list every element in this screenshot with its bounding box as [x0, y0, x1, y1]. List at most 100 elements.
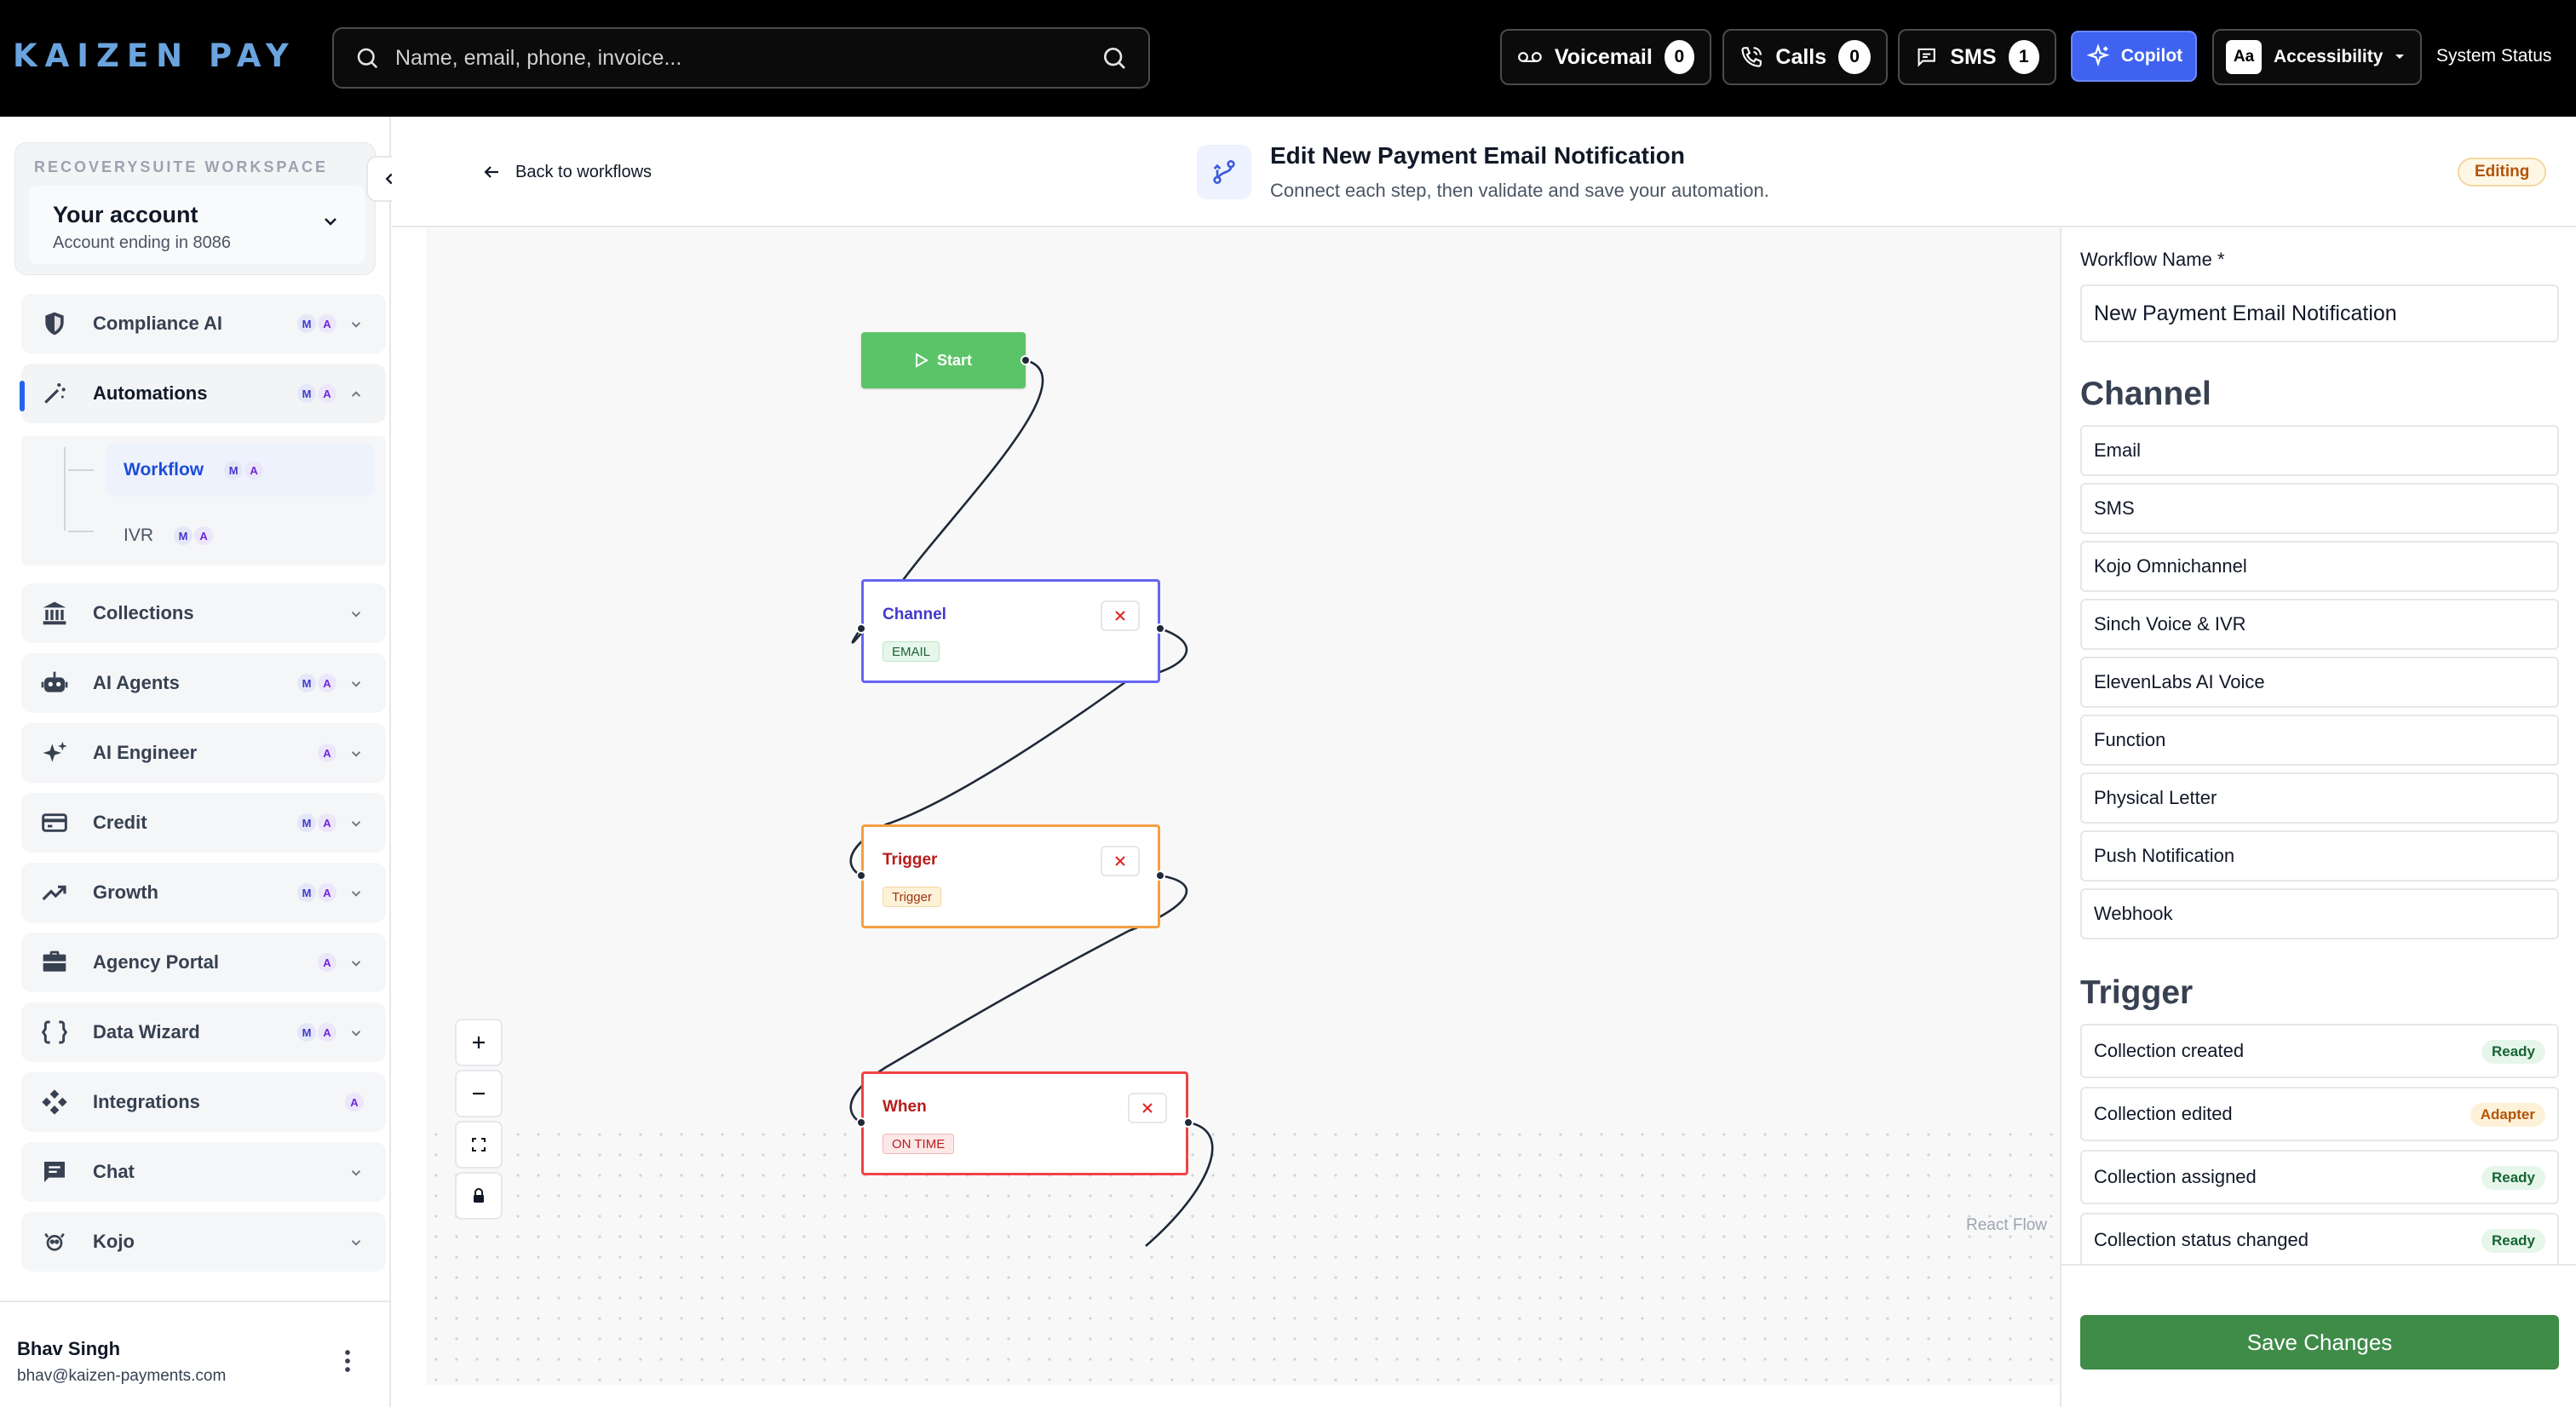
- sidebar-item-ai-engineer[interactable]: AI Engineer A: [21, 723, 386, 783]
- status-badge: Editing: [2458, 158, 2547, 187]
- trigger-node[interactable]: Trigger Trigger: [861, 824, 1160, 928]
- role-badges: A: [318, 953, 336, 972]
- trigger-option-collection-assigned[interactable]: Collection assigned Ready: [2080, 1150, 2559, 1204]
- bank-icon: [38, 597, 71, 629]
- react-flow-attribution[interactable]: React Flow: [1966, 1216, 2047, 1235]
- delete-node-button[interactable]: [1101, 600, 1140, 631]
- channel-option-kojo-omnichannel[interactable]: Kojo Omnichannel: [2080, 541, 2559, 592]
- channel-option-physical-letter[interactable]: Physical Letter: [2080, 772, 2559, 824]
- brand-logo[interactable]: KAIZEN PAY: [13, 37, 296, 74]
- status-badge: Ready: [2481, 1040, 2545, 1064]
- page-subtitle: Connect each step, then validate and sav…: [1270, 180, 1769, 201]
- channel-node[interactable]: Channel EMAIL: [861, 579, 1160, 683]
- channel-option-sinch-voice-ivr[interactable]: Sinch Voice & IVR: [2080, 599, 2559, 650]
- when-source-handle[interactable]: [1183, 1117, 1193, 1128]
- channel-option-webhook[interactable]: Webhook: [2080, 888, 2559, 939]
- channel-option-sms[interactable]: SMS: [2080, 483, 2559, 534]
- zoom-in-button[interactable]: [455, 1019, 503, 1066]
- save-changes-button[interactable]: Save Changes: [2080, 1315, 2559, 1370]
- more-vertical-icon[interactable]: [341, 1348, 354, 1374]
- channel-source-handle[interactable]: [1155, 623, 1165, 634]
- role-badges: MA: [297, 674, 336, 692]
- trigger-option-collection-status-changed[interactable]: Collection status changed Ready: [2080, 1213, 2559, 1267]
- delete-node-button[interactable]: [1128, 1093, 1167, 1123]
- delete-node-button[interactable]: [1101, 846, 1140, 876]
- sidebar-item-label: Credit: [93, 812, 147, 833]
- close-icon: [1115, 611, 1125, 621]
- tree-line: [68, 531, 94, 532]
- trigger-option-collection-created[interactable]: Collection created Ready: [2080, 1024, 2559, 1078]
- sparkles-icon: [38, 737, 71, 769]
- sidebar-item-collections[interactable]: Collections: [21, 583, 386, 643]
- channel-target-handle[interactable]: [856, 623, 866, 634]
- chat-icon: [38, 1156, 71, 1188]
- sidebar-item-credit[interactable]: Credit MA: [21, 793, 386, 853]
- active-indicator: [20, 381, 25, 411]
- trigger-label: Collection edited: [2094, 1103, 2233, 1124]
- workflow-name-input[interactable]: [2080, 284, 2559, 342]
- sidebar-subitem-ivr[interactable]: IVR MA: [106, 509, 375, 562]
- start-label: Start: [936, 351, 972, 369]
- accessibility-icon: Aa: [2226, 40, 2262, 74]
- back-to-workflows-link[interactable]: Back to workflows: [481, 162, 652, 182]
- channel-option-function[interactable]: Function: [2080, 715, 2559, 766]
- system-status-link[interactable]: System Status: [2436, 46, 2551, 66]
- page-title: Edit New Payment Email Notification: [1270, 142, 1685, 169]
- start-source-handle[interactable]: [1021, 355, 1031, 365]
- workspace-card: RECOVERYSUITE WORKSPACE Your account Acc…: [14, 142, 376, 275]
- sidebar-item-kojo[interactable]: Kojo: [21, 1212, 386, 1272]
- copilot-button[interactable]: Copilot: [2071, 31, 2197, 82]
- workflow-canvas[interactable]: Start Channel EMAIL Trigger Trigger When…: [426, 228, 2060, 1385]
- sidebar-item-data-wizard[interactable]: Data Wizard MA: [21, 1002, 386, 1062]
- channel-option-push-notification[interactable]: Push Notification: [2080, 830, 2559, 882]
- voicemail-button[interactable]: Voicemail 0: [1500, 29, 1711, 85]
- search-input[interactable]: [395, 45, 1101, 71]
- sidebar-item-label: AI Engineer: [93, 742, 198, 763]
- workspace-label: RECOVERYSUITE WORKSPACE: [34, 158, 329, 175]
- sidebar-item-compliance-ai[interactable]: Compliance AI MA: [21, 294, 386, 353]
- sidebar-subitem-workflow[interactable]: Workflow MA: [106, 444, 375, 497]
- sms-button[interactable]: SMS 1: [1898, 29, 2056, 85]
- account-switcher[interactable]: Your account Account ending in 8086: [29, 186, 365, 264]
- accessibility-label: Accessibility: [2274, 47, 2383, 66]
- lock-canvas-button[interactable]: [455, 1172, 503, 1220]
- sidebar-item-label: Chat: [93, 1161, 135, 1182]
- voicemail-count: 0: [1664, 40, 1694, 74]
- sidebar-item-agency-portal[interactable]: Agency Portal A: [21, 933, 386, 992]
- start-node[interactable]: Start: [861, 332, 1026, 388]
- shield-icon: [38, 307, 71, 340]
- braces-icon: [38, 1016, 71, 1048]
- channel-option-email[interactable]: Email: [2080, 425, 2559, 476]
- trigger-label: Collection status changed: [2094, 1229, 2309, 1250]
- sidebar-item-growth[interactable]: Growth MA: [21, 863, 386, 922]
- trigger-source-handle[interactable]: [1155, 870, 1165, 881]
- search-icon: [357, 48, 378, 69]
- sidebar-item-chat[interactable]: Chat: [21, 1142, 386, 1202]
- global-search[interactable]: [332, 27, 1150, 89]
- search-submit-icon[interactable]: [1101, 44, 1128, 72]
- back-label: Back to workflows: [515, 162, 653, 181]
- user-name: Bhav Singh: [17, 1338, 121, 1359]
- when-node[interactable]: When ON TIME: [861, 1071, 1188, 1175]
- credit-card-icon: [38, 807, 71, 839]
- calls-label: Calls: [1775, 44, 1827, 69]
- calls-count: 0: [1838, 40, 1871, 74]
- sidebar-item-integrations[interactable]: Integrations A: [21, 1072, 386, 1132]
- trigger-option-collection-edited[interactable]: Collection edited Adapter: [2080, 1087, 2559, 1141]
- message-icon: [1918, 48, 1935, 67]
- chevron-down-icon: [351, 961, 361, 967]
- subitem-label: IVR: [124, 525, 154, 545]
- trigger-target-handle[interactable]: [856, 870, 866, 881]
- when-target-handle[interactable]: [856, 1117, 866, 1128]
- channel-option-elevenlabs-ai-voice[interactable]: ElevenLabs AI Voice: [2080, 657, 2559, 708]
- sidebar-item-ai-agents[interactable]: AI Agents MA: [21, 653, 386, 713]
- badge-a: A: [318, 674, 336, 692]
- accessibility-menu[interactable]: Aa Accessibility: [2212, 29, 2422, 85]
- sidebar-item-automations[interactable]: Automations MA: [21, 364, 386, 423]
- badge-a: A: [318, 883, 336, 902]
- chevron-down-icon: [351, 751, 361, 757]
- fit-view-button[interactable]: [455, 1121, 503, 1169]
- integrations-icon: [38, 1086, 71, 1118]
- zoom-out-button[interactable]: [455, 1070, 503, 1117]
- calls-button[interactable]: Calls 0: [1722, 29, 1888, 85]
